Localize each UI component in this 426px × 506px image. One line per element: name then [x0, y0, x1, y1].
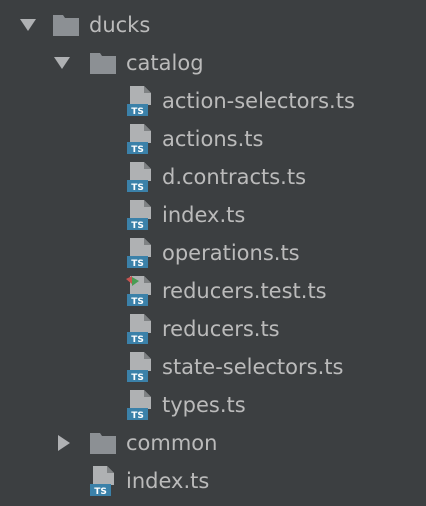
typescript-file-icon: TS: [125, 123, 157, 155]
typescript-file-icon: TS: [125, 313, 157, 345]
tree-file-reducers-test[interactable]: TS reducers.test.ts: [0, 272, 426, 310]
tree-file-reducers[interactable]: TS reducers.ts: [0, 310, 426, 348]
typescript-file-icon: TS: [125, 85, 157, 117]
tree-node-label: operations.ts: [162, 241, 300, 265]
tree-file-d-contracts[interactable]: TS d.contracts.ts: [0, 158, 426, 196]
svg-text:TS: TS: [131, 183, 144, 193]
typescript-file-icon: TS: [125, 351, 157, 383]
chevron-down-icon[interactable]: [52, 53, 72, 73]
tree-file-index[interactable]: TS index.ts: [0, 196, 426, 234]
tree-node-ducks[interactable]: ducks: [0, 6, 426, 44]
tree-file-operations[interactable]: TS operations.ts: [0, 234, 426, 272]
svg-text:TS: TS: [94, 487, 107, 497]
tree-node-label: catalog: [126, 51, 204, 75]
folder-icon: [90, 52, 116, 74]
typescript-file-icon: TS: [125, 161, 157, 193]
svg-text:TS: TS: [131, 335, 144, 345]
svg-text:TS: TS: [131, 145, 144, 155]
typescript-file-icon: TS: [125, 389, 157, 421]
tree-node-label: ducks: [89, 13, 151, 37]
tree-node-label: state-selectors.ts: [162, 355, 344, 379]
typescript-file-icon: TS: [125, 237, 157, 269]
tree-file-root-index[interactable]: TS index.ts: [0, 462, 426, 500]
folder-icon: [53, 14, 79, 36]
svg-text:TS: TS: [131, 411, 144, 421]
tree-file-actions[interactable]: TS actions.ts: [0, 120, 426, 158]
svg-text:TS: TS: [131, 259, 144, 269]
tree-file-state-selectors[interactable]: TS state-selectors.ts: [0, 348, 426, 386]
tree-node-label: d.contracts.ts: [162, 165, 307, 189]
tree-node-label: types.ts: [162, 393, 246, 417]
tree-node-label: reducers.ts: [162, 317, 280, 341]
svg-text:TS: TS: [131, 221, 144, 231]
tree-file-types[interactable]: TS types.ts: [0, 386, 426, 424]
tree-node-common[interactable]: common: [0, 424, 426, 462]
tree-node-catalog[interactable]: catalog: [0, 44, 426, 82]
typescript-file-icon: TS: [88, 465, 120, 497]
tree-node-label: common: [126, 431, 218, 455]
svg-text:TS: TS: [131, 373, 144, 383]
typescript-file-icon: TS: [125, 199, 157, 231]
folder-icon: [90, 432, 116, 454]
tree-node-label: actions.ts: [162, 127, 264, 151]
project-tree: ducks catalog TS action-selectors.ts TS …: [0, 0, 426, 506]
chevron-right-icon[interactable]: [54, 433, 74, 453]
tree-node-label: reducers.test.ts: [162, 279, 327, 303]
svg-text:TS: TS: [131, 297, 144, 307]
tree-node-label: index.ts: [162, 203, 246, 227]
svg-text:TS: TS: [131, 107, 144, 117]
tree-node-label: index.ts: [126, 469, 210, 493]
typescript-test-file-icon: TS: [125, 275, 157, 307]
tree-file-action-selectors[interactable]: TS action-selectors.ts: [0, 82, 426, 120]
chevron-down-icon[interactable]: [18, 15, 38, 35]
tree-node-label: action-selectors.ts: [162, 89, 355, 113]
